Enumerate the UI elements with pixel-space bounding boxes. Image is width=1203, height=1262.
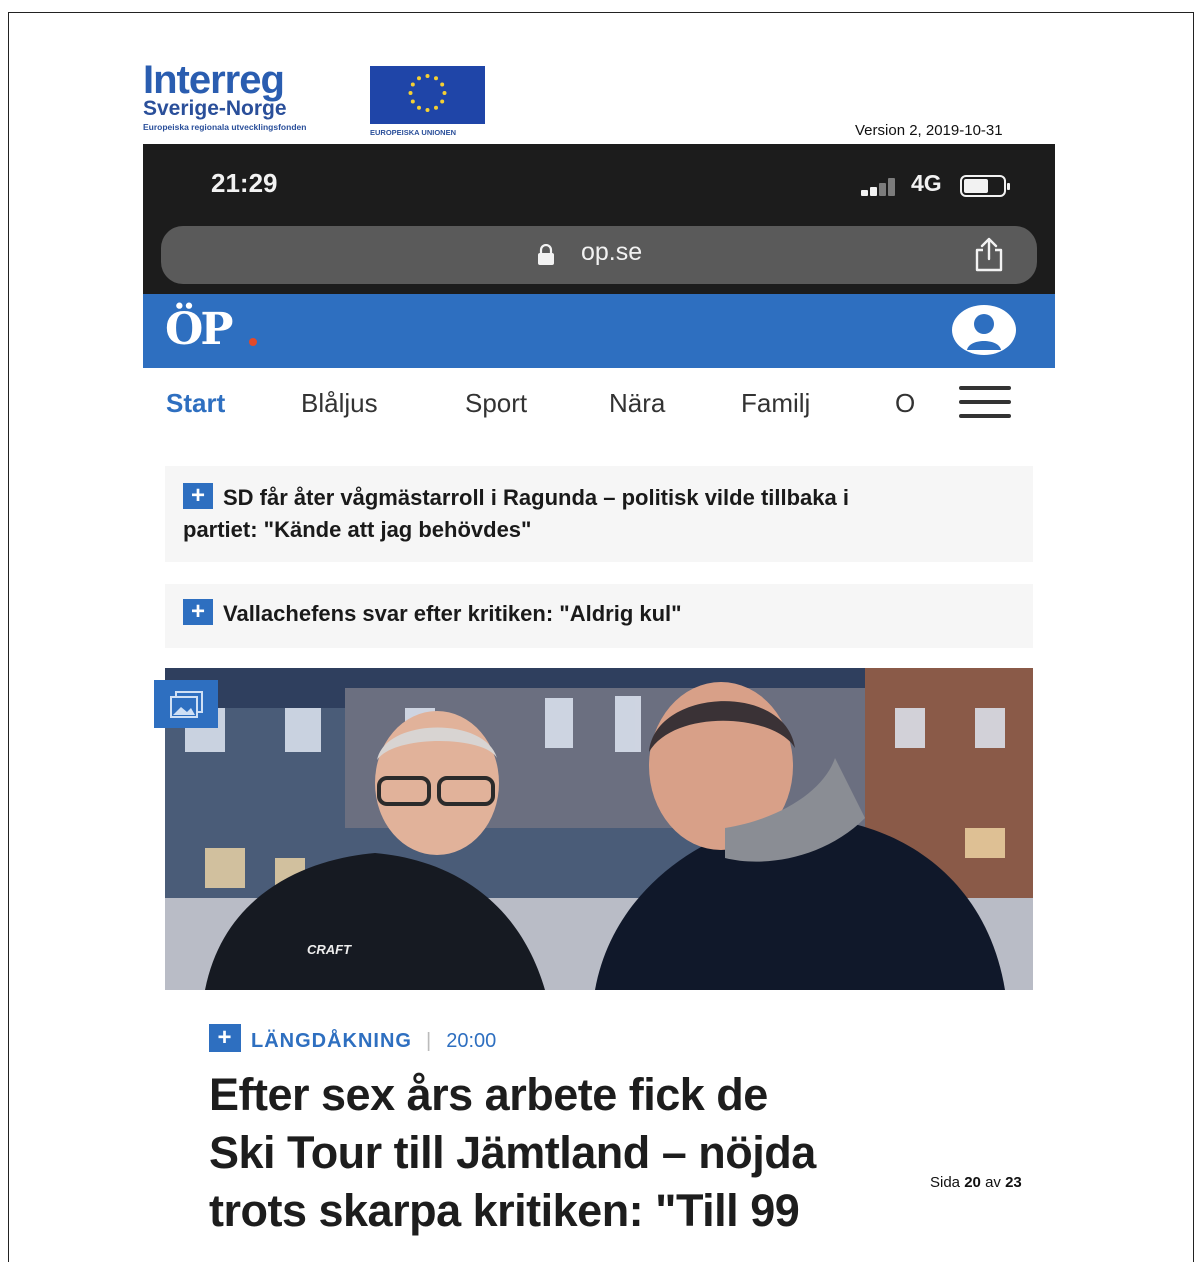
address-bar-url[interactable]: op.se (581, 238, 642, 267)
share-icon[interactable] (971, 236, 1007, 274)
nav-nara[interactable]: Nära (609, 388, 665, 419)
nav-blaljus[interactable]: Blåljus (301, 388, 378, 419)
plus-badge-icon: + (209, 1024, 241, 1052)
teaser-2[interactable]: + Vallachefens svar efter kritiken: "Aldr… (165, 584, 1033, 648)
site-header: ÖP (143, 294, 1055, 368)
headline-line-3: trots skarpa kritiken: "Till 99 (209, 1185, 800, 1236)
page-total: 23 (1005, 1174, 1022, 1191)
article-photo[interactable]: CRAFT (165, 668, 1033, 990)
battery-icon (960, 175, 1010, 197)
address-bar[interactable]: op.se (161, 226, 1037, 284)
document-version: Version 2, 2019-10-31 (855, 122, 1003, 139)
page-label: Sida (930, 1174, 961, 1191)
eu-label: EUROPEISKA UNIONEN (370, 128, 456, 137)
plus-badge-icon: + (183, 599, 213, 625)
page-number: Sida 20 av 23 (930, 1174, 1022, 1191)
image-gallery-icon[interactable] (154, 680, 218, 728)
site-logo[interactable]: ÖP (165, 304, 233, 355)
user-account-icon[interactable] (951, 304, 1017, 356)
headline-line-2: Ski Tour till Jämtland – nöjda (209, 1127, 816, 1178)
teaser-1-line2: partiet: "Kände att jag behövdes" (183, 517, 532, 542)
phone-status-area: 21:29 4G op.se (143, 144, 1055, 294)
eu-flag-icon (370, 66, 485, 124)
article-category[interactable]: LÄNGDÅKNING (251, 1030, 412, 1052)
signal-icon (861, 178, 903, 196)
hamburger-menu-icon[interactable] (959, 386, 1011, 422)
nav-familj[interactable]: Familj (741, 388, 810, 419)
network-type: 4G (911, 170, 942, 196)
lock-icon (538, 244, 554, 265)
teaser-2-title: Vallachefens svar efter kritiken: "Aldri… (223, 601, 682, 626)
page-current: 20 (964, 1174, 981, 1191)
interreg-logo: Interreg Sverige-Norge Europeiska region… (143, 58, 358, 142)
nav-start[interactable]: Start (166, 388, 225, 419)
article-kicker: + LÄNGDÅKNING | 20:00 (209, 1024, 496, 1053)
interreg-fund: Europeiska regionala utvecklingsfonden (143, 122, 307, 132)
interreg-region: Sverige-Norge (143, 97, 287, 120)
logo-dot (249, 338, 257, 346)
nav-more[interactable]: O (895, 388, 915, 419)
status-time: 21:29 (211, 168, 278, 198)
section-nav: Start Blåljus Sport Nära Familj O (143, 370, 1055, 444)
page-of: av (985, 1174, 1001, 1191)
plus-badge-icon: + (183, 483, 213, 509)
teaser-1[interactable]: + SD får åter vågmästarroll i Ragunda – p… (165, 466, 1033, 562)
teaser-1-line1: SD får åter vågmästarroll i Ragunda – po… (223, 485, 849, 510)
headline-line-1: Efter sex års arbete fick de (209, 1069, 768, 1120)
article-time: 20:00 (446, 1030, 497, 1052)
nav-sport[interactable]: Sport (465, 388, 527, 419)
interreg-brand: Interreg (143, 58, 285, 102)
photo-craft-logo: CRAFT (307, 942, 352, 957)
article-card[interactable]: + LÄNGDÅKNING | 20:00 Efter sex års arbete … (165, 990, 1033, 1252)
article-headline[interactable]: Efter sex års arbete fick de Ski Tour ti… (209, 1066, 1009, 1240)
